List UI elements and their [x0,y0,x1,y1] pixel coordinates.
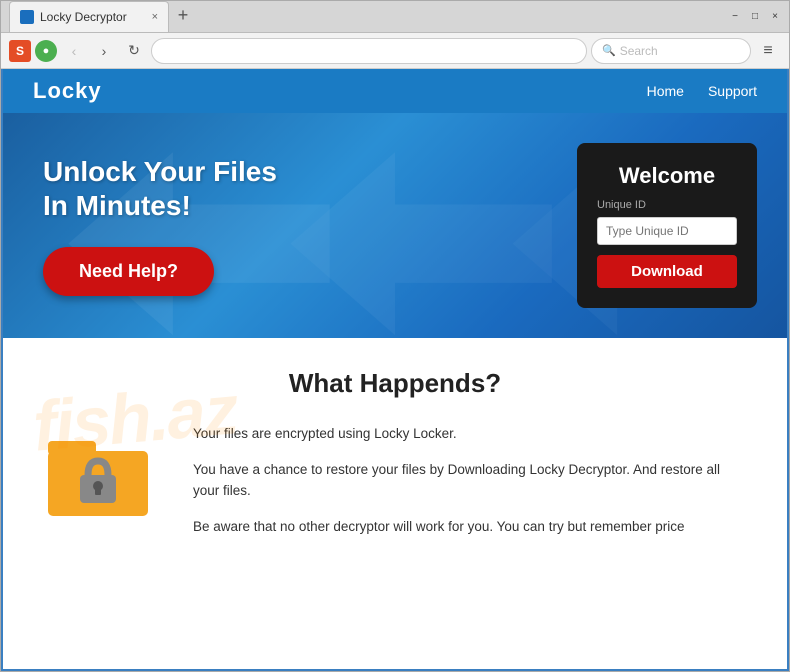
section-title: What Happends? [43,368,747,399]
search-icon: 🔍 [602,44,616,57]
nav-bar: S ● ‹ › ↻ 🔍 Search ≡ [1,33,789,69]
reload-button[interactable]: ↻ [121,38,147,64]
unique-id-input[interactable] [597,217,737,245]
nav-support-link[interactable]: Support [708,83,757,99]
browser-window: Locky Decryptor × + − □ × S ● ‹ › ↻ 🔍 Se… [0,0,790,672]
need-help-button[interactable]: Need Help? [43,247,214,296]
content-layout: Your files are encrypted using Locky Loc… [43,423,747,551]
restore-button[interactable]: □ [749,11,761,23]
paragraph-3: Be aware that no other decryptor will wo… [193,516,747,538]
site-logo: Locky [33,78,102,104]
unique-id-label: Unique ID [597,199,737,211]
tab-close-btn[interactable]: × [152,11,158,23]
welcome-card: Welcome Unique ID Download [577,143,757,308]
s-extension-icon: S [9,40,31,62]
browser-tab[interactable]: Locky Decryptor × [9,1,169,32]
back-button[interactable]: ‹ [61,38,87,64]
website-content: Locky Home Support Unlock Your Files In … [1,69,789,671]
browser-menu-button[interactable]: ≡ [755,38,781,64]
hero-left: Unlock Your Files In Minutes! Need Help? [43,155,277,295]
hero-title-line1: Unlock Your Files [43,156,277,187]
window-controls: − □ × [729,11,781,23]
site-nav-links: Home Support [647,83,757,99]
site-navbar: Locky Home Support [3,69,787,113]
nav-home-link[interactable]: Home [647,83,684,99]
paragraph-2: You have a chance to restore your files … [193,459,747,502]
shield-icon: ● [35,40,57,62]
content-text: Your files are encrypted using Locky Loc… [193,423,747,551]
download-button[interactable]: Download [597,255,737,288]
search-bar[interactable]: 🔍 Search [591,38,751,64]
close-button[interactable]: × [769,11,781,23]
welcome-title: Welcome [597,163,737,189]
main-content: fish.az What Happends? [3,338,787,669]
tab-bar: Locky Decryptor × + [9,1,197,32]
title-bar: Locky Decryptor × + − □ × [1,1,789,33]
address-bar[interactable] [151,38,587,64]
forward-button[interactable]: › [91,38,117,64]
tab-title: Locky Decryptor [40,10,127,24]
folder-lock-svg [43,423,153,533]
search-placeholder: Search [620,44,658,58]
paragraph-1: Your files are encrypted using Locky Loc… [193,423,747,445]
minimize-button[interactable]: − [729,11,741,23]
hero-section: Unlock Your Files In Minutes! Need Help?… [3,113,787,338]
new-tab-button[interactable]: + [169,1,197,29]
tab-favicon [20,10,34,24]
hero-title-line2: In Minutes! [43,190,191,221]
folder-lock-illustration [43,423,163,538]
hero-title: Unlock Your Files In Minutes! [43,155,277,222]
